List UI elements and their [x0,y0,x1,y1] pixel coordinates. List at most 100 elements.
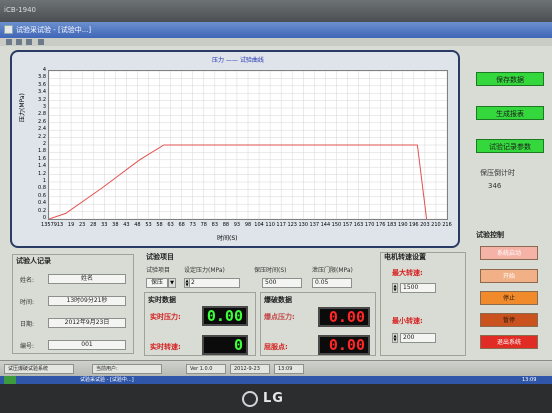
toolbar-save-icon[interactable] [26,39,32,45]
start-button[interactable]: 开始 [480,269,538,283]
system-start-button[interactable]: 系统启动 [480,246,538,260]
bezel-label: iCB-1940 [4,6,36,14]
x-tick-label: 78 [200,222,207,228]
control-title: 试验控制 [476,231,504,239]
name-label: 姓名: [20,277,35,284]
toolbar-print-icon[interactable] [38,39,44,45]
id-field[interactable]: 001 [48,340,126,350]
x-tick-label: 110 [265,222,275,228]
exit-system-button[interactable]: 退出系统 [480,335,538,349]
window-title: 试验采试验 - [试验中...] [16,26,92,34]
pause-button[interactable]: 暂停 [480,313,538,327]
chart-y-label: 压力(MPa) [19,93,26,122]
save-data-button[interactable]: 保存数据 [476,72,544,86]
set-pressure-label: 设定压力(MPa) [184,267,225,274]
max-speed-spin-icon[interactable]: ▲ ▼ [392,283,398,293]
x-tick-label: 216 [442,222,452,228]
x-tick-label: 157 [342,222,353,228]
y-tick-label: 4 [42,67,46,73]
start-button-icon[interactable] [4,376,16,384]
x-tick-label: 19 [67,222,75,228]
x-tick-label: 23 [78,222,86,228]
date-field[interactable]: 2012年9月23日 [48,318,126,328]
x-tick-label: 13579 [41,222,57,228]
y-tick-label: 1.8 [38,148,46,155]
toolbar-open-icon[interactable] [16,39,22,45]
id-label: 编号: [20,343,35,350]
realtime-speed-label: 实时转速: [150,343,181,351]
x-tick-label: 43 [123,222,130,228]
x-tick-label: 170 [364,222,375,228]
time-field[interactable]: 13时09分21秒 [48,296,126,306]
x-tick-label: 183 [386,222,397,228]
y-tick-label: 3 [42,104,46,110]
x-tick-label: 144 [320,222,331,228]
x-tick-label: 123 [287,222,297,228]
pressure-spin-icon[interactable]: ▲ ▼ [184,278,190,288]
stop-button[interactable]: 停止 [480,291,538,305]
y-tick-label: 2 [42,141,46,147]
y-tick-label: 2.8 [38,111,46,118]
status-time: 13:09 [274,364,304,374]
y-tick-label: 1 [42,178,46,184]
status-version: Ver 1.0.0 [186,364,226,374]
burst-title: 爆破数据 [264,296,292,304]
project-item-label: 试验项目 [146,267,171,274]
set-pressure-field[interactable]: 2 [184,278,240,288]
lg-logo-icon [242,391,258,407]
y-tick-label: 1.6 [38,155,46,162]
name-field[interactable]: 姓名 [48,274,126,284]
chart-x-label: 时间(S) [217,235,238,242]
x-tick-label: 137 [309,222,320,228]
project-item-select[interactable]: 保压 [146,278,168,288]
x-tick-label: 93 [233,222,241,228]
status-app: 试压爆破试验系统 [4,364,74,374]
x-tick-label: 150 [331,222,342,228]
realtime-pressure-label: 实时压力: [150,313,181,321]
y-tick-label: 3.6 [38,81,46,88]
hold-time-label: 保压时间(S) [254,267,287,274]
min-speed-field[interactable]: 200 [400,333,436,343]
max-speed-field[interactable]: 1500 [400,283,436,293]
window-titlebar: 试验采试验 - [试验中...] [0,22,552,38]
x-tick-label: 68 [178,222,185,228]
generate-report-button[interactable]: 生成报表 [476,106,544,120]
y-tick-label: 0.4 [38,200,46,207]
y-tick-label: 0.6 [38,192,46,199]
x-tick-label: 196 [409,222,419,228]
status-date: 2012-9-23 [230,364,270,374]
status-bar: 试压爆破试验系统 当前用户: Ver 1.0.0 2012-9-23 13:09 [0,360,552,377]
x-tick-label: 83 [211,222,219,228]
time-label: 时间: [20,299,35,306]
y-tick-label: 3.2 [38,96,46,103]
app-screen: 试验采试验 - [试验中...] 压力 —— 试验曲线 压力(MPa) 0 0.2… [0,22,552,384]
x-tick-label: 163 [353,222,364,228]
toolbar [0,38,552,46]
windows-taskbar: 试验采试验 - [试验中...] 13:09 [0,376,552,384]
record-params-button[interactable]: 试验记录参数 [476,139,544,153]
realtime-pressure-display: 0.00 [202,306,248,326]
x-tick-label: 53 [145,222,152,228]
taskbar-window-item[interactable]: 试验采试验 - [试验中...] [80,376,134,384]
x-tick-label: 48 [134,222,141,228]
chart-svg [49,71,447,219]
x-tick-label: 73 [189,222,196,228]
leak-threshold-label: 泄压门限(MPa) [312,267,353,274]
hold-timer-value: 346 [488,182,502,190]
x-tick-label: 210 [431,222,441,228]
motor-title: 电机转速设置 [384,253,426,261]
x-tick-label: 38 [112,222,119,228]
y-tick-label: 2.4 [38,126,46,133]
y-tick-label: 1.4 [38,163,46,170]
burst-pressure-label: 爆点压力: [264,313,295,321]
burst-pressure-display: 0.00 [318,307,370,327]
min-speed-spin-icon[interactable]: ▲ ▼ [392,333,398,343]
leak-threshold-field[interactable]: 0.05 [312,278,352,288]
x-tick-label: 58 [156,222,163,228]
toolbar-new-icon[interactable] [6,39,12,45]
x-tick-label: 28 [90,222,97,228]
hold-time-field[interactable]: 500 [262,278,302,288]
chevron-down-icon[interactable]: ▼ [168,278,176,288]
date-label: 日期: [20,321,35,328]
x-tick-label: 190 [397,222,408,228]
